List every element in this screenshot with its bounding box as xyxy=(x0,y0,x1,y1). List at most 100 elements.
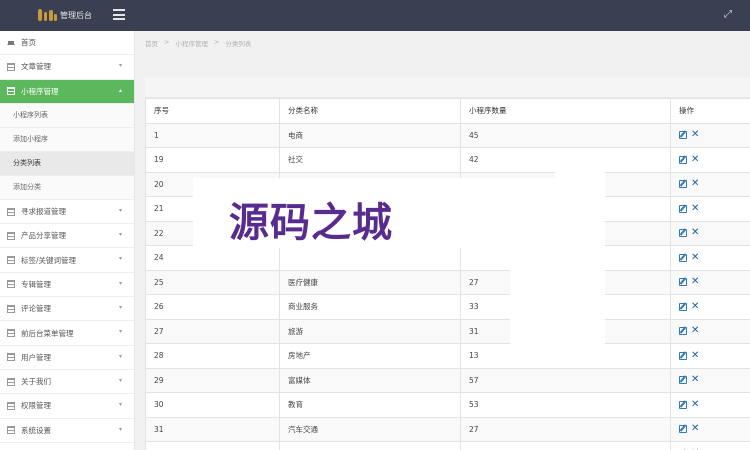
chevron-down-icon: ▾ xyxy=(118,255,122,263)
delete-icon[interactable]: ✕ xyxy=(691,130,699,140)
cell-count: 57 xyxy=(460,367,671,393)
delete-icon[interactable]: ✕ xyxy=(691,203,699,213)
category-panel: 序号 分类名称 小程序数量 操作 1 电商 45 ✕ 19 社交 42 ✕ 20 ✕ 21 ✕ 22 ✕ 2… xyxy=(145,78,750,450)
sidebar-item-about[interactable]: 关于我们 ▾ xyxy=(0,370,134,395)
sidebar-item-permissions[interactable]: 权限管理 ▾ xyxy=(0,394,134,419)
sidebar-item-articles[interactable]: 文章管理 ▾ xyxy=(0,55,134,80)
chevron-down-icon: ▾ xyxy=(118,304,122,312)
column-header-id: 序号 xyxy=(145,98,280,124)
chevron-down-icon: ▾ xyxy=(118,376,122,384)
cell-id: 30 xyxy=(145,392,280,418)
breadcrumb: 首页 > 小程序管理 > 分类列表 xyxy=(145,38,251,48)
cell-name: 旅游 xyxy=(279,318,461,344)
breadcrumb-home[interactable]: 首页 xyxy=(145,38,158,48)
sidebar-item-label: 权限管理 xyxy=(21,401,51,411)
edit-icon[interactable] xyxy=(679,302,687,311)
edit-icon[interactable] xyxy=(679,376,687,385)
chevron-down-icon: ▾ xyxy=(118,206,122,214)
grid-icon xyxy=(7,426,15,435)
chevron-down-icon: ▾ xyxy=(118,62,122,70)
sidebar-subitem-category-list[interactable]: 分类列表 xyxy=(0,151,134,176)
cell-actions: ✕ xyxy=(670,318,750,344)
sidebar-item-users[interactable]: 用户管理 ▾ xyxy=(0,346,134,370)
sidebar-item-product-sharing[interactable]: 产品分享管理 ▾ xyxy=(0,224,134,249)
sidebar-item-settings[interactable]: 系统设置 ▾ xyxy=(0,419,134,443)
sidebar-item-miniprograms[interactable]: 小程序管理 ▴ xyxy=(0,79,134,104)
edit-icon[interactable] xyxy=(679,253,687,262)
table-header-row: 序号 分类名称 小程序数量 操作 xyxy=(145,98,750,124)
cell-name: 电商 xyxy=(279,122,461,148)
sidebar-item-label: 标签/关键词管理 xyxy=(21,255,77,265)
grid-icon xyxy=(7,280,15,289)
delete-icon[interactable]: ✕ xyxy=(691,179,699,189)
cell-actions: ✕ xyxy=(670,441,750,450)
sidebar-subitem-add-miniprogram[interactable]: 添加小程序 xyxy=(0,127,134,152)
cell-actions: ✕ xyxy=(670,416,750,442)
delete-icon[interactable]: ✕ xyxy=(691,326,699,336)
grid-icon xyxy=(7,401,15,410)
edit-icon[interactable] xyxy=(679,425,687,434)
table-row: 29 富媒体 57 ✕ xyxy=(145,367,750,393)
edit-icon[interactable] xyxy=(679,229,687,238)
table-row: 1 电商 45 ✕ xyxy=(145,122,750,148)
edit-icon[interactable] xyxy=(679,131,687,140)
home-icon xyxy=(7,37,15,45)
chevron-down-icon: ▾ xyxy=(118,401,122,409)
breadcrumb-separator: > xyxy=(213,38,220,46)
table-row: 28 房地产 13 ✕ xyxy=(145,343,750,369)
edit-icon[interactable] xyxy=(679,400,687,409)
table-row: 19 社交 42 ✕ xyxy=(145,147,750,173)
menu-toggle-button[interactable] xyxy=(113,9,125,20)
table-row: 26 商业服务 33 ✕ xyxy=(145,294,750,320)
delete-icon[interactable]: ✕ xyxy=(691,277,699,287)
delete-icon[interactable]: ✕ xyxy=(691,301,699,311)
cell-name: 富媒体 xyxy=(279,367,461,393)
cell-actions: ✕ xyxy=(670,269,750,295)
chevron-down-icon: ▾ xyxy=(118,352,122,360)
cell-name: 汽车交通 xyxy=(279,416,461,442)
sidebar-item-report-requests[interactable]: 寻求报道管理 ▾ xyxy=(0,200,134,225)
delete-icon[interactable]: ✕ xyxy=(691,154,699,164)
sidebar-item-home[interactable]: 首页 xyxy=(0,31,134,56)
sidebar-item-menus[interactable]: 前后台菜单管理 ▾ xyxy=(0,321,134,346)
cell-count: 27 xyxy=(460,416,671,442)
grid-icon xyxy=(7,329,15,338)
cell-id: 29 xyxy=(145,367,280,393)
edit-icon[interactable] xyxy=(679,204,687,213)
sidebar-subitem-miniprogram-list[interactable]: 小程序列表 xyxy=(0,103,134,128)
sidebar-item-comments[interactable]: 评论管理 ▾ xyxy=(0,297,134,322)
delete-icon[interactable]: ✕ xyxy=(691,399,699,409)
edit-icon[interactable] xyxy=(679,278,687,287)
sidebar-item-tags[interactable]: 标签/关键词管理 ▾ xyxy=(0,248,134,273)
sidebar-subitem-add-category[interactable]: 添加分类 xyxy=(0,175,134,200)
edit-icon[interactable] xyxy=(679,180,687,189)
delete-icon[interactable]: ✕ xyxy=(691,228,699,238)
sidebar-item-label: 小程序管理 xyxy=(21,86,59,96)
edit-icon[interactable] xyxy=(679,327,687,336)
cell-actions: ✕ xyxy=(670,147,750,173)
watermark-text: 源码之城 xyxy=(229,199,393,246)
chevron-down-icon: ▾ xyxy=(118,425,122,433)
grid-icon xyxy=(7,207,15,216)
delete-icon[interactable]: ✕ xyxy=(691,375,699,385)
cell-id: 19 xyxy=(145,147,280,173)
sidebar-item-label: 首页 xyxy=(21,38,36,48)
cell-name xyxy=(279,245,461,271)
cell-actions: ✕ xyxy=(670,196,750,222)
watermark-backdrop xyxy=(510,178,605,348)
table-row: 24 ✕ xyxy=(145,245,750,271)
edit-icon[interactable] xyxy=(679,155,687,164)
cell-actions: ✕ xyxy=(670,220,750,246)
table-row: 27 旅游 31 ✕ xyxy=(145,318,750,344)
expand-icon[interactable]: ⤢ xyxy=(722,9,734,21)
logo[interactable]: 管理后台 xyxy=(38,8,92,22)
breadcrumb-miniprograms[interactable]: 小程序管理 xyxy=(175,38,208,48)
delete-icon[interactable]: ✕ xyxy=(691,252,699,262)
delete-icon[interactable]: ✕ xyxy=(691,350,699,360)
cell-actions: ✕ xyxy=(670,343,750,369)
hamburger-icon xyxy=(113,9,125,11)
sidebar-item-label: 专辑管理 xyxy=(21,279,51,289)
edit-icon[interactable] xyxy=(679,351,687,360)
sidebar-item-albums[interactable]: 专辑管理 ▾ xyxy=(0,273,134,298)
delete-icon[interactable]: ✕ xyxy=(691,424,699,434)
